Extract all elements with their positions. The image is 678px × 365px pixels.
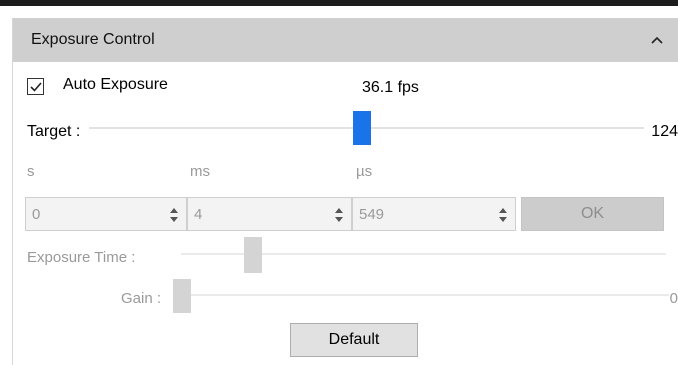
gain-slider-thumb[interactable] <box>173 279 191 313</box>
window-top-edge <box>0 0 678 6</box>
microseconds-value: 549 <box>359 206 385 223</box>
exposure-time-slider-thumb[interactable] <box>244 237 262 273</box>
exposure-time-label: Exposure Time : <box>27 249 136 266</box>
target-slider-thumb[interactable] <box>353 111 371 145</box>
spin-arrows-icon[interactable] <box>168 205 180 225</box>
gain-value: 0 <box>669 290 678 307</box>
spin-arrows-icon[interactable] <box>333 205 345 225</box>
target-label: Target : <box>27 123 81 140</box>
gain-slider-track[interactable] <box>177 294 669 296</box>
milliseconds-value: 4 <box>194 206 203 223</box>
checkmark-icon <box>30 82 42 92</box>
spin-arrows-icon[interactable] <box>497 205 509 225</box>
seconds-spinbox[interactable]: 0 <box>25 197 187 231</box>
unit-seconds: s <box>27 163 35 180</box>
microseconds-spinbox[interactable]: 549 <box>352 197 516 231</box>
target-value: 124 <box>651 123 678 140</box>
unit-microseconds: µs <box>356 163 373 180</box>
milliseconds-spinbox[interactable]: 4 <box>187 197 352 231</box>
auto-exposure-label[interactable]: Auto Exposure <box>63 76 168 94</box>
chevron-up-icon[interactable] <box>647 30 667 50</box>
auto-exposure-checkbox[interactable] <box>27 78 44 95</box>
seconds-value: 0 <box>32 206 41 223</box>
default-button[interactable]: Default <box>290 323 418 357</box>
exposure-control-panel: Exposure Control Auto Exposure 36.1 fps … <box>12 18 678 365</box>
unit-milliseconds: ms <box>190 163 210 180</box>
gain-label: Gain : <box>121 290 162 307</box>
panel-title: Exposure Control <box>31 31 155 48</box>
fps-readout: 36.1 fps <box>362 79 419 96</box>
ok-button[interactable]: OK <box>521 197 664 231</box>
panel-header[interactable]: Exposure Control <box>13 18 678 62</box>
